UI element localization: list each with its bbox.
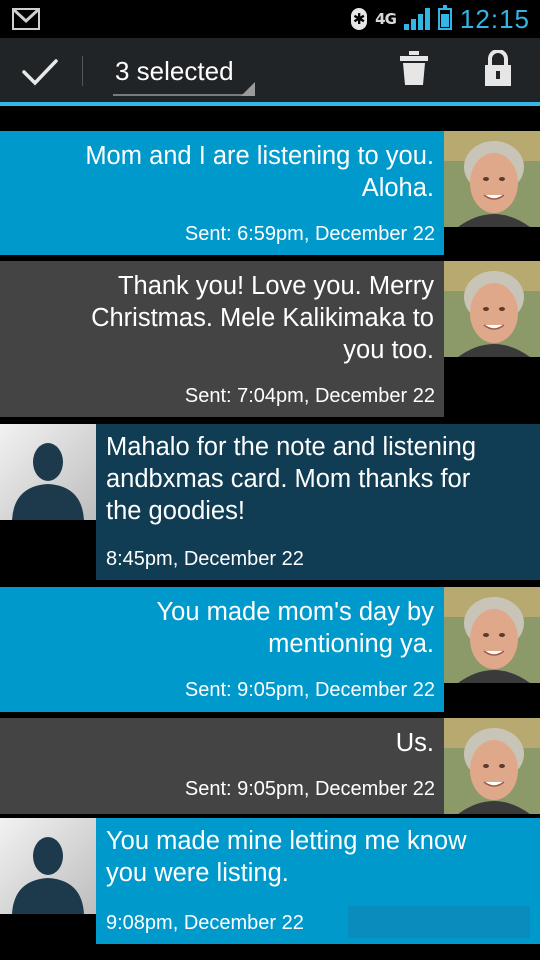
contact-photo-icon [444,718,540,814]
default-contact-icon [0,818,96,914]
message-text: You made mom's day by mentioning ya. [156,598,435,658]
clock: 12:15 [459,3,530,34]
message-item[interactable]: Thank you! Love you. Merry Christmas. Mel… [0,261,540,417]
message-item[interactable]: You made mom's day by mentioning ya. Sent… [0,587,540,712]
message-bubble: Mahalo for the note and listening andbxma… [96,424,540,580]
delete-button[interactable] [386,38,442,102]
message-text: Mom and I are listening to you. Aloha. [85,142,434,202]
message-text: Mahalo for the note and listening andbxma… [106,433,476,525]
network-type: 4G [375,9,397,28]
contact-photo-icon [444,261,540,357]
message-item[interactable]: You made mine letting me know you were li… [0,818,540,944]
message-item[interactable]: Mahalo for the note and listening andbxma… [0,424,540,580]
message-text: Us. [395,729,434,757]
avatar[interactable] [0,424,96,520]
dropdown-underline [113,94,255,96]
dropdown-arrow-icon [241,82,255,96]
done-button[interactable] [0,38,82,102]
message-bubble: Us. Sent: 9:05pm, December 22 [0,718,444,814]
message-timestamp: 8:45pm, December 22 [106,548,304,570]
selection-count: 3 selected [115,56,234,86]
message-text: Thank you! Love you. Merry Christmas. Mel… [91,272,434,364]
message-timestamp: Sent: 7:04pm, December 22 [184,385,435,407]
highlight-strip [348,906,530,938]
message-bubble: Mom and I are listening to you. Aloha. Se… [0,131,444,255]
contact-photo-icon [444,131,540,227]
message-timestamp: Sent: 6:59pm, December 22 [184,223,435,245]
message-bubble: You made mine letting me know you were li… [96,818,540,944]
message-timestamp: Sent: 9:05pm, December 22 [184,778,435,800]
status-bar: ✱ 4G 12:15 [0,0,540,38]
contact-photo-icon [444,587,540,683]
avatar[interactable] [0,818,96,914]
lock-button[interactable] [470,38,526,102]
message-list: Mom and I are listening to you. Aloha. Se… [0,106,540,960]
signal-icon [403,8,430,30]
default-contact-icon [0,424,96,520]
divider [82,56,83,86]
gmail-icon [11,7,41,34]
action-bar: 3 selected [0,38,540,106]
message-item[interactable]: Mom and I are listening to you. Aloha. Se… [0,131,540,255]
avatar[interactable] [444,131,540,227]
message-bubble: You made mom's day by mentioning ya. Sent… [0,587,444,712]
trash-icon [400,51,428,89]
lock-icon [485,49,511,90]
message-item[interactable]: Us. Sent: 9:05pm, December 22 [0,718,540,814]
avatar[interactable] [444,261,540,357]
battery-icon [437,5,452,30]
check-icon [0,59,82,106]
message-timestamp: Sent: 9:05pm, December 22 [184,679,435,701]
avatar[interactable] [444,587,540,683]
bluetooth-icon: ✱ [351,8,368,30]
message-bubble: Thank you! Love you. Merry Christmas. Mel… [0,261,444,417]
message-timestamp: 9:08pm, December 22 [106,912,304,934]
avatar[interactable] [444,718,540,814]
selection-dropdown[interactable]: 3 selected [113,44,255,96]
message-text: You made mine letting me know you were li… [106,827,467,887]
